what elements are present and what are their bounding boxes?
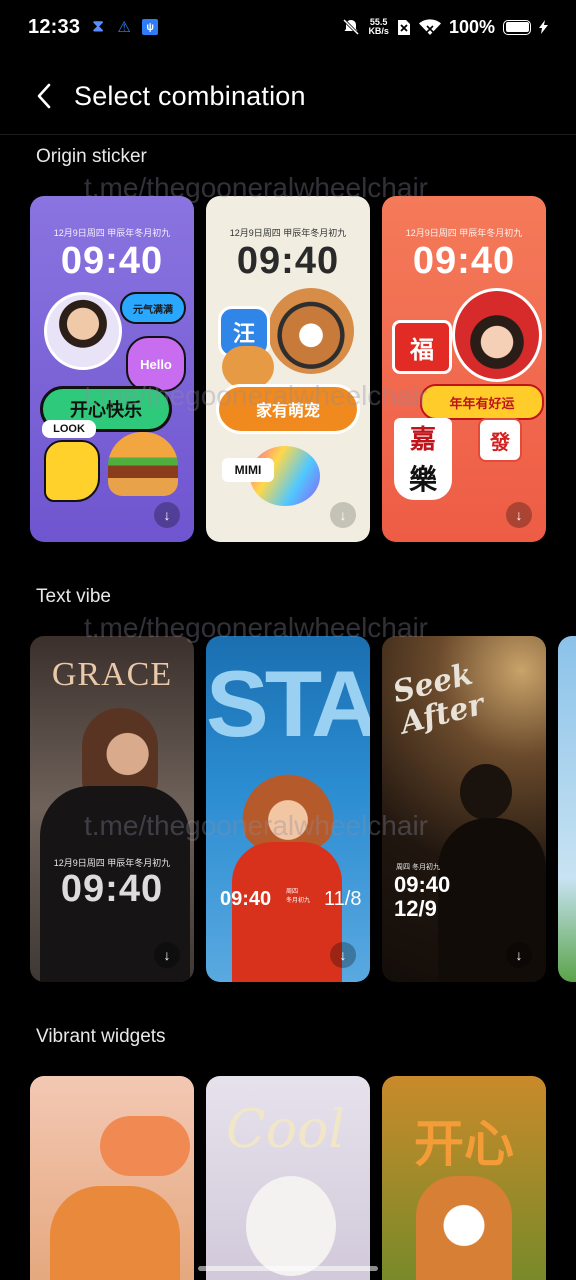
download-icon: ↓ xyxy=(339,947,347,963)
app-header: Select combination xyxy=(0,58,576,134)
card-date-small-line1: 周四 xyxy=(286,889,299,895)
hand-sticker xyxy=(44,440,100,502)
download-icon: ↓ xyxy=(515,947,523,963)
origin-sticker-row: 12月9日周四 甲辰年冬月初九 09:40 元气满满 Hello 开心快乐 LO… xyxy=(0,196,576,542)
battery-percent: 100% xyxy=(448,16,495,37)
card-date-small: 周四 冬月初九 xyxy=(286,888,310,906)
sticker-look: LOOK xyxy=(42,420,96,438)
card-date: 11/8 xyxy=(324,888,362,910)
headline-grace: GRACE xyxy=(51,656,173,693)
headline-seek-after: Seek After xyxy=(389,656,488,742)
girl-portrait xyxy=(452,288,542,382)
text-vibe-card-3[interactable]: Seek After 周四 冬月初九 09:40 12/9 ↓ xyxy=(382,636,546,982)
mute-bell-icon xyxy=(343,18,360,36)
cat-sticker xyxy=(222,346,274,388)
sticker-yuanqi: 元气满满 xyxy=(120,292,186,324)
orange-balloon-shape xyxy=(100,1116,190,1176)
sticker-le: 樂 xyxy=(394,456,452,500)
card-clock: 09:40 xyxy=(394,872,451,897)
headline-star: STAR xyxy=(206,651,370,756)
sticker-jiayoumengchong: 家有萌宠 xyxy=(216,384,360,434)
vibrant-widgets-card-1[interactable] xyxy=(30,1076,194,1280)
white-cat-figure xyxy=(246,1176,336,1276)
sticker-mimi: MIMI xyxy=(222,458,274,482)
sticker-fu: 福 xyxy=(392,320,452,374)
status-time: 12:33 xyxy=(28,15,81,38)
card-date: 12月9日周四 甲辰年冬月初九 xyxy=(405,228,523,238)
back-button[interactable] xyxy=(14,66,74,126)
download-button[interactable]: ↓ xyxy=(154,942,180,968)
origin-sticker-card-1[interactable]: 12月9日周四 甲辰年冬月初九 09:40 元气满满 Hello 开心快乐 LO… xyxy=(30,196,194,542)
vibrant-widgets-row: Cool 开心 xyxy=(0,1076,576,1280)
origin-sticker-card-2[interactable]: 12月9日周四 甲辰年冬月初九 09:40 汪 家有萌宠 MIMI ↓ xyxy=(206,196,370,542)
warning-icon: ⚠ xyxy=(117,19,131,36)
card-clock: 09:40 xyxy=(60,868,164,910)
download-button[interactable]: ↓ xyxy=(506,942,532,968)
network-speed: 55.5 KB/s xyxy=(368,18,389,36)
sticker-portrait xyxy=(44,292,122,370)
section-title-origin-sticker: Origin sticker xyxy=(36,146,147,167)
art-text-cool: Cool xyxy=(226,1100,346,1160)
origin-sticker-card-3[interactable]: 12月9日周四 甲辰年冬月初九 09:40 福 年年有好运 嘉 樂 發 ↓ xyxy=(382,196,546,542)
home-indicator[interactable] xyxy=(198,1266,378,1271)
text-vibe-card-1[interactable]: GRACE 12月9日周四 甲辰年冬月初九 09:40 ↓ xyxy=(30,636,194,982)
download-icon: ↓ xyxy=(163,947,171,963)
download-button[interactable]: ↓ xyxy=(330,502,356,528)
download-button[interactable]: ↓ xyxy=(330,942,356,968)
download-icon: ↓ xyxy=(339,507,347,523)
card-date: 12/9 xyxy=(394,896,437,921)
sticker-jia: 嘉 xyxy=(394,418,452,456)
card-date-small-line2: 冬月初九 xyxy=(286,898,311,904)
cat-figure xyxy=(50,1186,180,1280)
charging-icon xyxy=(539,20,548,34)
status-right: 55.5 KB/s 100% xyxy=(342,17,548,38)
section-title-vibrant-widgets: Vibrant widgets xyxy=(36,1026,166,1047)
red-dress xyxy=(232,842,342,982)
wifi-icon xyxy=(418,18,441,35)
usb-icon: ψ xyxy=(142,19,159,35)
text-vibe-card-2[interactable]: STAR 09:40 周四 冬月初九 11/8 ↓ xyxy=(206,636,370,982)
burger-sticker xyxy=(108,432,178,496)
page-title: Select combination xyxy=(74,80,306,111)
no-sim-icon xyxy=(397,19,410,35)
vibrant-widgets-card-2[interactable]: Cool xyxy=(206,1076,370,1280)
corgi-figure xyxy=(416,1176,512,1280)
status-bar: 12:33 ⧗ ⚠ ψ 55.5 KB/s 100% xyxy=(0,0,576,54)
sticker-hello: Hello xyxy=(126,336,186,392)
text-vibe-card-4-partial[interactable] xyxy=(558,636,576,982)
art-text-kaixin: 开心 xyxy=(414,1116,514,1172)
card-date: 12月9日周四 甲辰年冬月初九 xyxy=(229,228,347,238)
hourglass-icon: ⧗ xyxy=(92,18,104,35)
download-icon: ↓ xyxy=(163,507,171,523)
chevron-left-icon xyxy=(37,83,51,109)
card-clock: 09:40 xyxy=(220,888,272,910)
sticker-niannianyouhaoyun: 年年有好运 xyxy=(420,384,544,420)
section-title-text-vibe: Text vibe xyxy=(36,586,111,607)
status-left: 12:33 ⧗ ⚠ ψ xyxy=(28,15,159,39)
download-icon: ↓ xyxy=(515,507,523,523)
card-clock: 09:40 xyxy=(236,240,340,282)
header-divider xyxy=(0,134,576,135)
dog-portrait xyxy=(268,288,354,374)
sticker-fa: 發 xyxy=(478,418,522,462)
man-head xyxy=(460,764,512,820)
vibrant-widgets-card-3[interactable]: 开心 xyxy=(382,1076,546,1280)
card-clock: 09:40 xyxy=(60,240,164,282)
text-vibe-row: GRACE 12月9日周四 甲辰年冬月初九 09:40 ↓ STAR 09:40… xyxy=(0,636,576,982)
battery-icon xyxy=(503,19,531,35)
card-date-small: 周四 冬月初九 xyxy=(396,864,440,871)
download-button[interactable]: ↓ xyxy=(506,502,532,528)
card-date: 12月9日周四 甲辰年冬月初九 xyxy=(53,228,171,238)
network-speed-unit: KB/s xyxy=(368,26,389,36)
download-button[interactable]: ↓ xyxy=(154,502,180,528)
card-clock: 09:40 xyxy=(412,240,516,282)
